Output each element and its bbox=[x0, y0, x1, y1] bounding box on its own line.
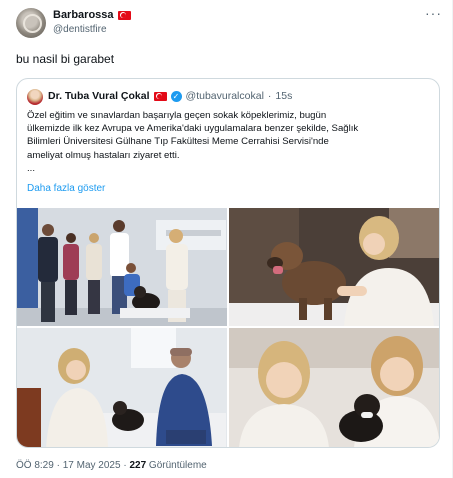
quoted-text-line: ameliyat olmuş hastaları ziyaret etti. bbox=[27, 149, 180, 161]
author-name[interactable]: Barbarossa bbox=[53, 9, 114, 21]
author-handle[interactable]: @dentistfire bbox=[53, 24, 107, 35]
quoted-header: Dr. Tuba Vural Çokal ✓ @tubavuralcokal ·… bbox=[48, 90, 292, 102]
group-visit-photo bbox=[17, 208, 227, 326]
meta-separator: · bbox=[56, 460, 60, 471]
quoted-text-line: Bilimleri Üniversitesi Gülhane Tıp Fakül… bbox=[27, 136, 329, 148]
tweet-card[interactable]: Barbarossa @dentistfire ··· bu nasil bi … bbox=[0, 0, 453, 478]
meta-separator: · bbox=[123, 460, 127, 471]
media-photo-4[interactable] bbox=[229, 328, 439, 447]
patient-visit-photo bbox=[17, 328, 227, 447]
quoted-text: Özel eğitim ve sınavlardan başarıyla geç… bbox=[27, 109, 431, 175]
tweet-text: bu nasil bi garabet bbox=[16, 52, 115, 66]
author-name-row[interactable]: Barbarossa bbox=[53, 9, 131, 21]
quoted-timestamp[interactable]: 15s bbox=[275, 90, 292, 102]
header-separator: · bbox=[267, 90, 272, 102]
quoted-tweet[interactable]: Dr. Tuba Vural Çokal ✓ @tubavuralcokal ·… bbox=[16, 78, 440, 448]
views-label: Görüntüleme bbox=[148, 460, 207, 471]
show-more-link[interactable]: Daha fazla göster bbox=[27, 183, 105, 194]
tweet-time[interactable]: ÖÖ 8:29 bbox=[16, 460, 54, 471]
author-avatar[interactable] bbox=[16, 8, 46, 38]
quoted-author-name[interactable]: Dr. Tuba Vural Çokal bbox=[48, 90, 150, 102]
turkey-flag-icon bbox=[117, 10, 131, 20]
turkey-flag-icon bbox=[153, 91, 167, 101]
media-photo-3[interactable] bbox=[17, 328, 227, 447]
tweet-date[interactable]: 17 May 2025 bbox=[63, 460, 121, 471]
quoted-text-line: ... bbox=[27, 162, 35, 174]
quoted-text-line: Özel eğitim ve sınavlardan başarıyla geç… bbox=[27, 110, 327, 121]
media-photo-1[interactable] bbox=[17, 208, 227, 326]
more-options-icon[interactable]: ··· bbox=[425, 6, 442, 20]
woman-with-dog-photo bbox=[229, 208, 439, 326]
media-photo-2[interactable] bbox=[229, 208, 439, 326]
tweet-meta: ÖÖ 8:29 · 17 May 2025 · 227 Görüntüleme bbox=[16, 460, 207, 471]
verified-badge-icon: ✓ bbox=[170, 90, 182, 102]
quoted-author-avatar[interactable] bbox=[27, 89, 43, 105]
quoted-text-line: ülkemizde ilk kez Avrupa ve Amerika'daki… bbox=[27, 123, 359, 135]
closeup-with-dog-photo bbox=[229, 328, 439, 447]
views-count[interactable]: 227 bbox=[129, 460, 146, 471]
media-grid bbox=[17, 208, 439, 447]
quoted-author-handle[interactable]: @tubavuralcokal bbox=[186, 90, 264, 102]
